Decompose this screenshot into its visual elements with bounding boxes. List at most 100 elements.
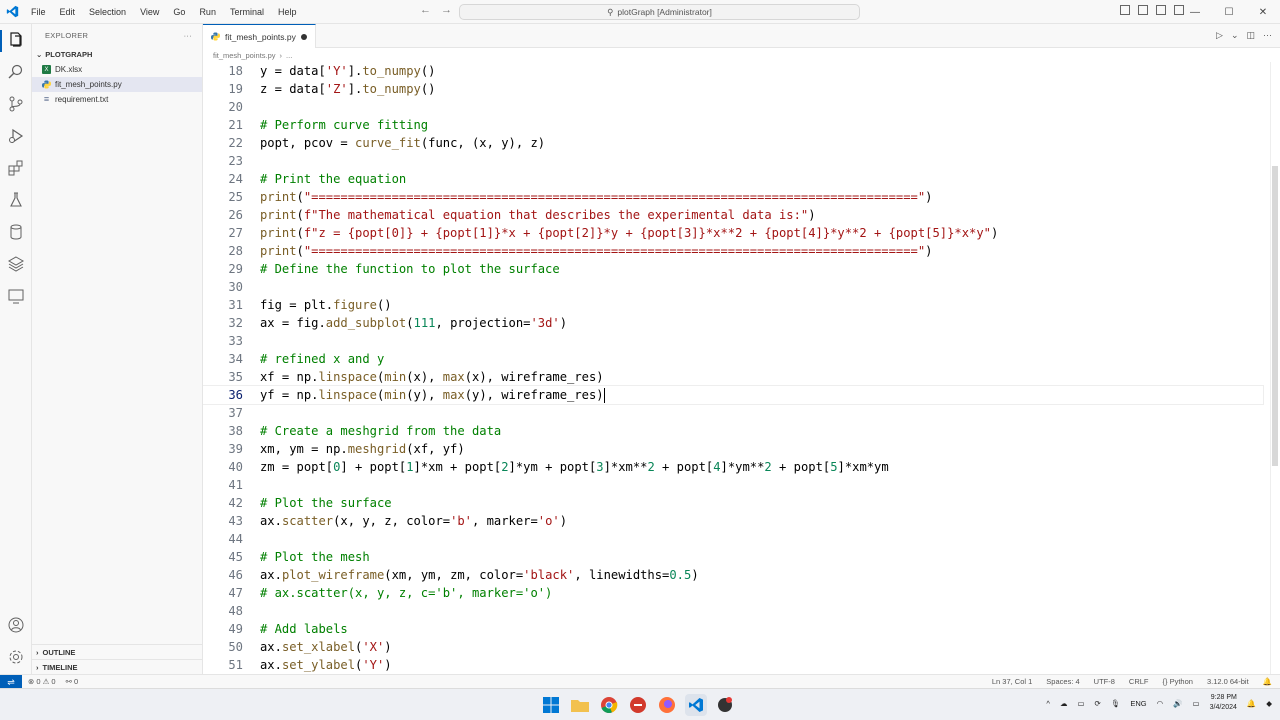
python-interpreter[interactable]: 3.12.0 64-bit (1207, 677, 1249, 686)
sync-icon[interactable]: ⟳ (1095, 699, 1101, 708)
code-line[interactable]: 19 z = data['Z'].to_numpy() (203, 80, 1263, 98)
line-code[interactable]: ax.plot_wireframe(xm, ym, zm, color='bla… (260, 566, 699, 584)
tab-fit-mesh-points[interactable]: fit_mesh_points.py (203, 24, 316, 48)
line-code[interactable]: z = data['Z'].to_numpy() (260, 80, 435, 98)
toggle-secondary-sidebar-icon[interactable] (1156, 5, 1166, 15)
run-python-file-icon[interactable]: ▷ (1216, 30, 1223, 41)
unsaved-dot-icon[interactable] (301, 34, 307, 40)
line-code[interactable]: fig = plt.figure() (260, 296, 392, 314)
windows-start-icon[interactable] (540, 694, 562, 716)
minimize-icon[interactable]: — (1178, 0, 1212, 24)
encoding[interactable]: UTF-8 (1094, 677, 1115, 686)
line-code[interactable]: # Define the function to plot the surfac… (260, 260, 560, 278)
line-code[interactable]: # Print the equation (260, 170, 406, 188)
line-code[interactable]: print("=================================… (260, 188, 932, 206)
code-line[interactable]: 42 # Plot the surface (203, 494, 1263, 512)
remote-explorer-icon[interactable] (7, 287, 25, 305)
code-line[interactable]: 49 # Add labels (203, 620, 1263, 638)
indentation[interactable]: Spaces: 4 (1046, 677, 1079, 686)
ports-indicator[interactable]: ⚯ 0 (66, 677, 79, 686)
toggle-panel-icon[interactable] (1138, 5, 1148, 15)
menu-edit[interactable]: Edit (53, 7, 83, 17)
code-line[interactable]: 51 ax.set_ylabel('Y') (203, 656, 1263, 674)
menu-go[interactable]: Go (166, 7, 192, 17)
code-line[interactable]: 37 (203, 404, 1263, 422)
code-line[interactable]: 32 ax = fig.add_subplot(111, projection='… (203, 314, 1263, 332)
file-item-requirement-txt[interactable]: ≡ requirement.txt (32, 92, 202, 107)
show-hidden-icons-icon[interactable]: ^ (1046, 699, 1050, 708)
code-line[interactable]: 43 ax.scatter(x, y, z, color='b', marker=… (203, 512, 1263, 530)
breadcrumb-symbol[interactable]: ... (286, 51, 292, 60)
code-line[interactable]: 23 (203, 152, 1263, 170)
battery-icon[interactable]: ▭ (1193, 699, 1200, 708)
breadcrumb-file[interactable]: fit_mesh_points.py (213, 51, 276, 60)
line-code[interactable]: ax = fig.add_subplot(111, projection='3d… (260, 314, 567, 332)
database-icon[interactable] (7, 223, 25, 241)
code-line[interactable]: 21 # Perform curve fitting (203, 116, 1263, 134)
maximize-icon[interactable]: ☐ (1212, 0, 1246, 24)
line-code[interactable]: ax.set_xlabel('X') (260, 638, 392, 656)
code-line[interactable]: 30 (203, 278, 1263, 296)
line-code[interactable]: y = data['Y'].to_numpy() (260, 62, 435, 80)
toggle-primary-sidebar-icon[interactable] (1120, 5, 1130, 15)
code-line[interactable]: 22 popt, pcov = curve_fit(func, (x, y), z… (203, 134, 1263, 152)
code-line[interactable]: 45 # Plot the mesh (203, 548, 1263, 566)
red-app-icon[interactable] (627, 694, 649, 716)
display-icon[interactable]: ▭ (1077, 699, 1084, 708)
menu-view[interactable]: View (133, 7, 166, 17)
search-icon[interactable] (7, 63, 25, 81)
line-code[interactable]: print(f"The mathematical equation that d… (260, 206, 816, 224)
line-code[interactable]: xf = np.linspace(min(x), max(x), wirefra… (260, 368, 604, 386)
file-explorer-icon[interactable] (569, 694, 591, 716)
run-debug-icon[interactable] (7, 127, 25, 145)
back-arrow-icon[interactable]: ← (420, 4, 431, 16)
settings-gear-icon[interactable] (7, 648, 25, 666)
line-code[interactable]: # Plot the mesh (260, 548, 370, 566)
notification-icon[interactable]: 🔔 (1247, 699, 1256, 708)
line-code[interactable]: zm = popt[0] + popt[1]*xm + popt[2]*ym +… (260, 458, 889, 476)
code-line[interactable]: 48 (203, 602, 1263, 620)
line-code[interactable]: # Perform curve fitting (260, 116, 428, 134)
code-line[interactable]: 27 print(f"z = {popt[0]} + {popt[1]}*x + … (203, 224, 1263, 242)
menu-selection[interactable]: Selection (82, 7, 133, 17)
code-line[interactable]: 18 y = data['Y'].to_numpy() (203, 62, 1263, 80)
code-line[interactable]: 31 fig = plt.figure() (203, 296, 1263, 314)
line-code[interactable]: yf = np.linspace(min(y), max(y), wirefra… (260, 386, 605, 404)
outline-section[interactable]: › OUTLINE (32, 644, 203, 659)
code-line[interactable]: 33 (203, 332, 1263, 350)
code-line[interactable]: 47 # ax.scatter(x, y, z, c='b', marker='o… (203, 584, 1263, 602)
code-line[interactable]: 36 yf = np.linspace(min(y), max(y), wiref… (203, 385, 1264, 405)
code-line[interactable]: 40 zm = popt[0] + popt[1]*xm + popt[2]*ym… (203, 458, 1263, 476)
workspace-folder[interactable]: ⌄ PLOTGRAPH (32, 46, 202, 62)
chrome-icon[interactable] (598, 694, 620, 716)
code-line[interactable]: 26 print(f"The mathematical equation that… (203, 206, 1263, 224)
code-editor[interactable]: 18 y = data['Y'].to_numpy() 19 z = data['Z'… (203, 62, 1280, 674)
system-clock[interactable]: 9:28 PM 3/4/2024 (1210, 693, 1237, 713)
line-code[interactable]: print("=================================… (260, 242, 932, 260)
more-actions-icon[interactable]: ··· (184, 31, 192, 40)
line-code[interactable]: xm, ym = np.meshgrid(xf, yf) (260, 440, 465, 458)
code-line[interactable]: 44 (203, 530, 1263, 548)
code-line[interactable]: 38 # Create a meshgrid from the data (203, 422, 1263, 440)
code-line[interactable]: 39 xm, ym = np.meshgrid(xf, yf) (203, 440, 1263, 458)
source-control-icon[interactable] (7, 95, 25, 113)
menu-terminal[interactable]: Terminal (223, 7, 271, 17)
more-actions-icon[interactable]: ··· (1263, 30, 1272, 41)
command-center[interactable]: ⚲ plotGraph [Administrator] (459, 4, 860, 20)
cursor-position[interactable]: Ln 37, Col 1 (992, 677, 1032, 686)
code-line[interactable]: 25 print("===============================… (203, 188, 1263, 206)
code-line[interactable]: 28 print("===============================… (203, 242, 1263, 260)
code-line[interactable]: 50 ax.set_xlabel('X') (203, 638, 1263, 656)
scrollbar-thumb[interactable] (1272, 166, 1278, 466)
microphone-icon[interactable]: 🎙 (1111, 699, 1121, 708)
timeline-section[interactable]: › TIMELINE (32, 659, 203, 674)
copilot-icon[interactable]: ◆ (1266, 699, 1272, 708)
run-dropdown-icon[interactable]: ⌄ (1231, 30, 1239, 41)
code-line[interactable]: 35 xf = np.linspace(min(x), max(x), wiref… (203, 368, 1263, 386)
layers-icon[interactable] (7, 255, 25, 273)
vscode-taskbar-icon[interactable] (685, 694, 707, 716)
code-line[interactable]: 41 (203, 476, 1263, 494)
volume-icon[interactable]: 🔊 (1173, 699, 1182, 708)
line-code[interactable]: popt, pcov = curve_fit(func, (x, y), z) (260, 134, 545, 152)
forward-arrow-icon[interactable]: → (441, 4, 452, 16)
